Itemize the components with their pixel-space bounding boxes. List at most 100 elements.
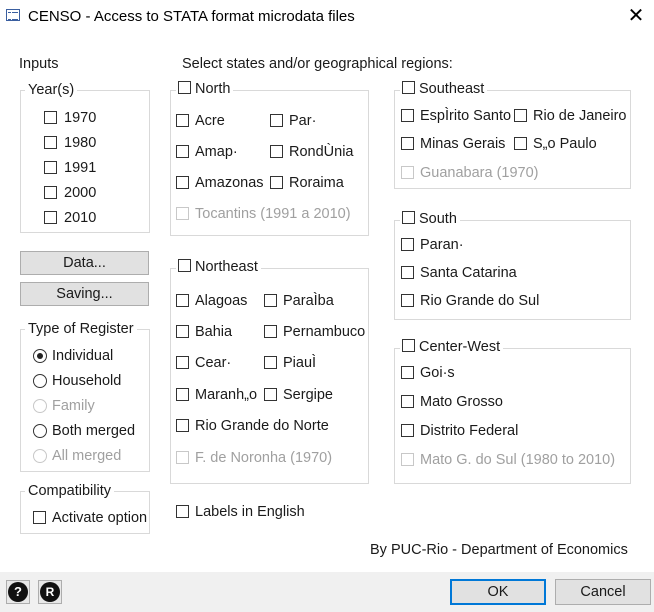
- bahia-label: Bahia: [195, 324, 233, 340]
- r-button[interactable]: R: [38, 580, 62, 604]
- close-icon[interactable]: ✕: [626, 5, 646, 27]
- rio-grande-do-norte-checkbox[interactable]: [176, 419, 189, 432]
- south-legend-wrap: South: [400, 210, 460, 228]
- window-title: CENSO - Access to STATA format microdata…: [28, 8, 355, 25]
- south-legend: South: [419, 211, 457, 227]
- year-1991-label: 1991: [64, 160, 97, 176]
- rio-de-janeiro-label: Rio de Janeiro: [533, 108, 627, 124]
- compat-legend: Compatibility: [25, 482, 114, 500]
- distrito-federal-label: Distrito Federal: [420, 423, 519, 439]
- southeast-legend: Southeast: [419, 81, 485, 97]
- year-2000-label: 2000: [64, 185, 97, 201]
- rondonia-checkbox[interactable]: [270, 145, 283, 158]
- north-legend: North: [195, 81, 231, 97]
- northeast-region-checkbox[interactable]: [178, 259, 191, 272]
- pernambuco-label: Pernambuco: [283, 324, 366, 340]
- amazonas-checkbox[interactable]: [176, 176, 189, 189]
- register-individual-radio[interactable]: [33, 349, 47, 363]
- register-individual-label: Individual: [52, 348, 114, 364]
- maranhao-checkbox[interactable]: [176, 388, 189, 401]
- piaui-checkbox[interactable]: [264, 356, 277, 369]
- guanabara-label: Guanabara (1970): [420, 165, 539, 181]
- northeast-legend-wrap: Northeast: [176, 258, 261, 276]
- cancel-button[interactable]: Cancel: [555, 579, 651, 605]
- ceara-label: Cear·: [195, 355, 232, 371]
- pernambuco-checkbox[interactable]: [264, 325, 277, 338]
- maranhao-label: Maranh„o: [195, 387, 258, 403]
- year-1980-checkbox[interactable]: [44, 136, 57, 149]
- para-label: Par·: [289, 113, 317, 129]
- parana-label: Paran·: [420, 237, 464, 253]
- data-button[interactable]: Data...: [20, 251, 149, 275]
- labels-english-checkbox[interactable]: [176, 505, 189, 518]
- activate-option-label: Activate option: [52, 510, 148, 526]
- paraiba-label: ParaÌba: [283, 293, 334, 309]
- paraiba-checkbox[interactable]: [264, 294, 277, 307]
- help-button[interactable]: ?: [6, 580, 30, 604]
- inputs-label: Inputs: [19, 56, 59, 72]
- year-1991-checkbox[interactable]: [44, 161, 57, 174]
- santa-catarina-label: Santa Catarina: [420, 265, 517, 281]
- south-region-checkbox[interactable]: [402, 211, 415, 224]
- sergipe-checkbox[interactable]: [264, 388, 277, 401]
- mato-grosso-checkbox[interactable]: [401, 395, 414, 408]
- roraima-checkbox[interactable]: [270, 176, 283, 189]
- center-west-legend-wrap: Center-West: [400, 338, 504, 356]
- register-both-merged-radio[interactable]: [33, 424, 47, 438]
- minas-gerais-checkbox[interactable]: [401, 137, 414, 150]
- parana-checkbox[interactable]: [401, 238, 414, 251]
- guanabara-checkbox: [401, 166, 414, 179]
- center-west-legend: Center-West: [419, 339, 501, 355]
- rondonia-label: RondÙnia: [289, 144, 354, 160]
- acre-checkbox[interactable]: [176, 114, 189, 127]
- noronha-label: F. de Noronha (1970): [195, 450, 333, 466]
- register-all-merged-radio: [33, 449, 47, 463]
- center-west-region-checkbox[interactable]: [402, 339, 415, 352]
- mato-grosso-do-sul-label: Mato G. do Sul (1980 to 2010): [420, 452, 616, 468]
- amazonas-label: Amazonas: [195, 175, 264, 191]
- para-checkbox[interactable]: [270, 114, 283, 127]
- saving-button[interactable]: Saving...: [20, 282, 149, 306]
- distrito-federal-checkbox[interactable]: [401, 424, 414, 437]
- alagoas-checkbox[interactable]: [176, 294, 189, 307]
- goias-label: Goi·s: [420, 365, 455, 381]
- sao-paulo-checkbox[interactable]: [514, 137, 527, 150]
- acre-label: Acre: [195, 113, 225, 129]
- year-1970-label: 1970: [64, 110, 97, 126]
- activate-option-checkbox[interactable]: [33, 511, 46, 524]
- north-region-checkbox[interactable]: [178, 81, 191, 94]
- noronha-checkbox: [176, 451, 189, 464]
- help-icon: ?: [8, 582, 28, 602]
- regions-heading: Select states and/or geographical region…: [182, 56, 453, 72]
- rio-de-janeiro-checkbox[interactable]: [514, 109, 527, 122]
- tocantins-checkbox: [176, 207, 189, 220]
- ok-button[interactable]: OK: [450, 579, 546, 605]
- register-legend: Type of Register: [25, 320, 137, 338]
- sao-paulo-label: S„o Paulo: [533, 136, 597, 152]
- year-1970-checkbox[interactable]: [44, 111, 57, 124]
- minas-gerais-label: Minas Gerais: [420, 136, 506, 152]
- register-family-radio: [33, 399, 47, 413]
- register-all-merged-label: All merged: [52, 448, 122, 464]
- register-both-merged-label: Both merged: [52, 423, 136, 439]
- register-household-radio[interactable]: [33, 374, 47, 388]
- northeast-legend: Northeast: [195, 259, 258, 275]
- ceara-checkbox[interactable]: [176, 356, 189, 369]
- labels-english-label: Labels in English: [195, 504, 305, 520]
- amapa-label: Amap·: [195, 144, 238, 160]
- amapa-checkbox[interactable]: [176, 145, 189, 158]
- year-2000-checkbox[interactable]: [44, 186, 57, 199]
- rio-grande-do-sul-checkbox[interactable]: [401, 294, 414, 307]
- title-bar: CENSO - Access to STATA format microdata…: [0, 0, 654, 33]
- goias-checkbox[interactable]: [401, 366, 414, 379]
- bahia-checkbox[interactable]: [176, 325, 189, 338]
- year-2010-checkbox[interactable]: [44, 211, 57, 224]
- r-icon: R: [40, 582, 60, 602]
- southeast-legend-wrap: Southeast: [400, 80, 488, 98]
- santa-catarina-checkbox[interactable]: [401, 266, 414, 279]
- mato-grosso-do-sul-checkbox: [401, 453, 414, 466]
- southeast-region-checkbox[interactable]: [402, 81, 415, 94]
- year-1980-label: 1980: [64, 135, 97, 151]
- espirito-santo-checkbox[interactable]: [401, 109, 414, 122]
- mato-grosso-label: Mato Grosso: [420, 394, 503, 410]
